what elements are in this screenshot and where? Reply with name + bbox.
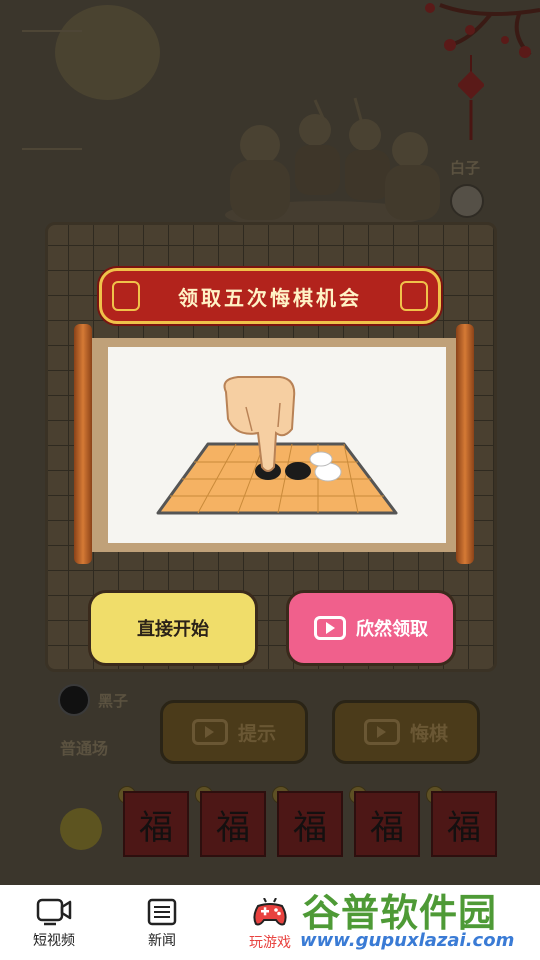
popup-title: 领取五次悔棋机会 [178, 285, 362, 310]
black-stone-label: 黑子 [98, 692, 129, 710]
hint-button-label: 提示 [237, 722, 276, 745]
video-icon [191, 719, 228, 745]
cloud-ornament-icon [112, 281, 140, 311]
start-directly-label: 直接开始 [137, 619, 209, 640]
fu-card-char: 福 [139, 807, 173, 848]
fu-card-char: 福 [447, 807, 481, 848]
nav-label-short-video: 短视频 [33, 933, 75, 949]
smiley-icon [60, 808, 102, 850]
undo-button-label: 悔棋 [409, 722, 448, 745]
white-stone-icon [450, 184, 484, 218]
black-stone-icon [58, 684, 90, 716]
scroll-rod-right [456, 324, 474, 564]
claim-undo-button[interactable]: 欣然领取 [286, 590, 456, 666]
scroll-paper [108, 347, 446, 543]
chinese-knot-decoration [458, 55, 484, 140]
watermark-url: www.gupuxlazai.com [300, 930, 515, 951]
fu-card[interactable]: 福 [123, 791, 189, 857]
fu-card[interactable]: 福 [200, 791, 266, 857]
hint-button[interactable]: 提示 [160, 700, 308, 764]
watermark-title: 谷普软件园 [302, 891, 498, 935]
white-stone-label: 白子 [450, 159, 481, 177]
gamepad-icon [253, 898, 287, 926]
hand-undo-illustration [156, 376, 398, 515]
plum-branch-decoration [425, 3, 540, 58]
fu-card[interactable]: 福 [354, 791, 420, 857]
nav-item-short-video[interactable]: 短视频 [0, 885, 108, 960]
fu-card-char: 福 [293, 807, 327, 848]
claim-undo-label: 欣然领取 [356, 619, 428, 640]
video-icon [363, 719, 400, 745]
family-dinner-illustration [225, 97, 440, 225]
fu-card[interactable]: 福 [277, 791, 343, 857]
undo-button[interactable]: 悔棋 [332, 700, 480, 764]
popup-banner: 领取五次悔棋机会 [99, 268, 441, 324]
fu-card-char: 福 [216, 807, 250, 848]
start-directly-button[interactable]: 直接开始 [88, 590, 258, 666]
nav-label-play-games: 玩游戏 [249, 935, 291, 951]
fu-card-char: 福 [370, 807, 404, 848]
fu-card[interactable]: 福 [431, 791, 497, 857]
cloud-ornament-icon [400, 281, 428, 311]
watermark: 谷普软件园 www.gupuxlazai.com [296, 878, 540, 960]
video-icon [314, 616, 346, 640]
nav-item-news[interactable]: 新闻 [108, 885, 216, 960]
scroll-rod-left [74, 324, 92, 564]
video-icon [36, 898, 72, 926]
list-icon [147, 898, 177, 926]
cloud-decoration [22, 30, 82, 150]
nav-label-news: 新闻 [148, 933, 176, 949]
mode-label: 普通场 [60, 739, 109, 758]
